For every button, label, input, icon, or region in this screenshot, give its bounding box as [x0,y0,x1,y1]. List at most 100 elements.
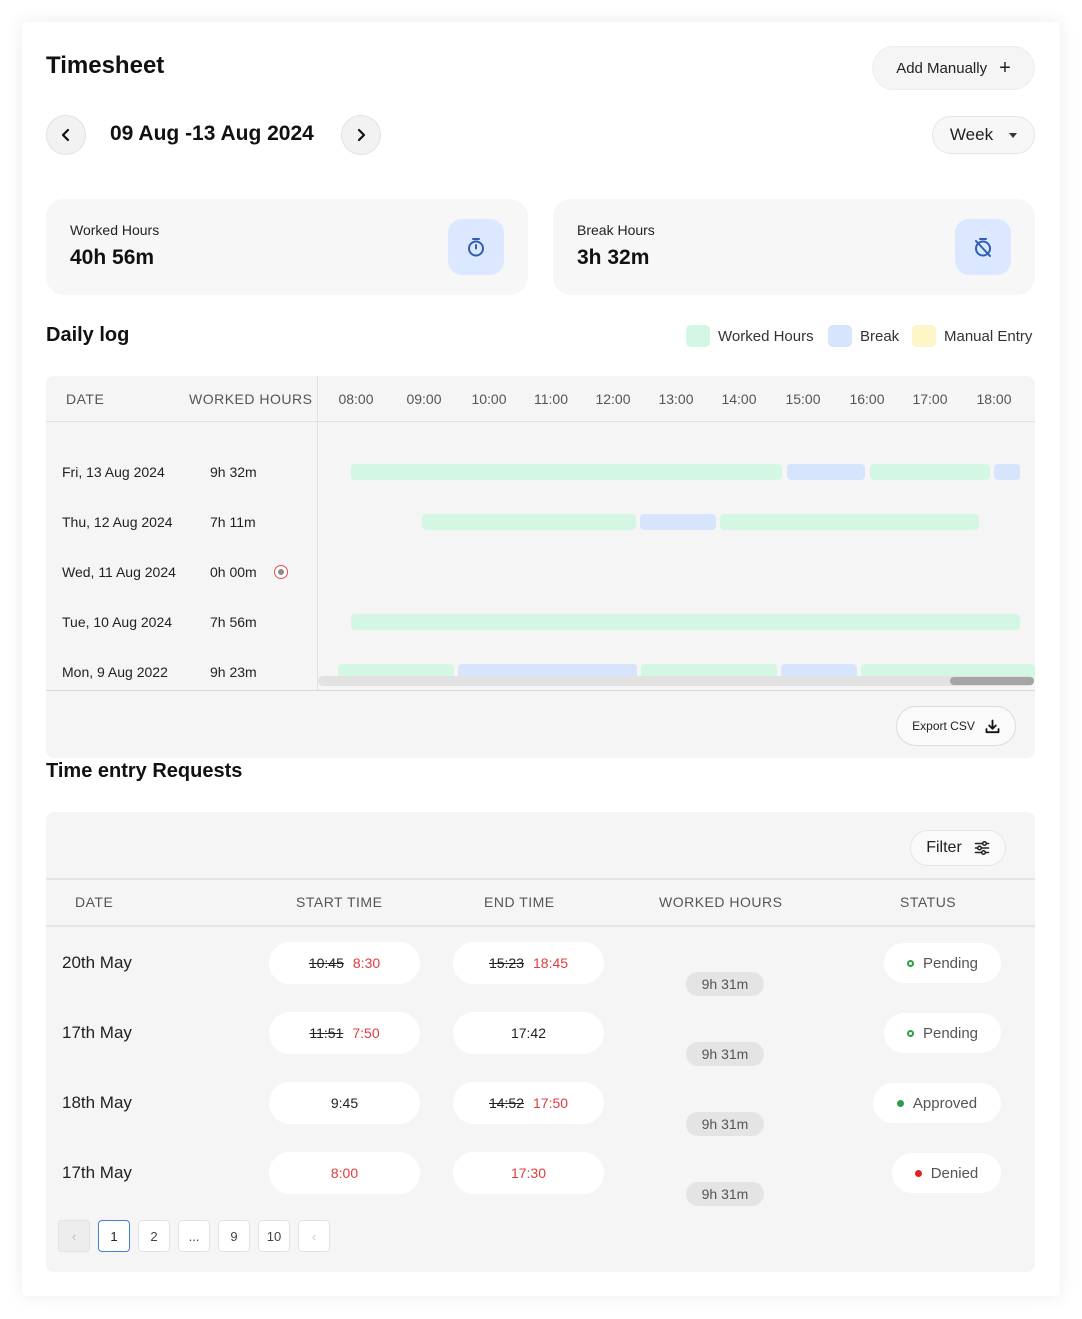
previous-period-button[interactable] [46,115,86,155]
status-label: Approved [912,1094,978,1112]
export-csv-button[interactable]: Export CSV [896,706,1016,746]
end-time-cell[interactable]: 15:23 18:45 [453,942,604,984]
pagination-next-button[interactable]: ‹ [298,1220,330,1252]
worked-bar[interactable] [422,514,636,530]
log-row-hours: 9h 23m [210,664,257,680]
time-label: 16:00 [849,391,885,407]
start-time-cell[interactable]: 8:00 [269,1152,420,1194]
chevron-right-icon [357,128,366,142]
daily-log-left-column [46,376,318,690]
column-header-status: STATUS [900,894,957,910]
time-label: 17:00 [912,391,948,407]
break-bar[interactable] [787,464,865,480]
worked-hours-value: 40h 56m [70,246,155,269]
divider [46,925,1035,927]
add-manually-label: Add Manually [896,59,988,77]
time-label: 13:00 [658,391,694,407]
download-icon [985,719,1000,733]
end-time-cell[interactable]: 14:52 17:50 [453,1082,604,1124]
new-start-time: 7:50 [352,1025,380,1041]
worked-hours-badge: 9h 31m [686,1042,764,1066]
period-select-value: Week [949,125,994,144]
break-hours-label: Break Hours [577,222,655,238]
timesheet-card: Timesheet Add Manually + 09 Aug -13 Aug … [22,22,1060,1296]
worked-hours-card: Worked Hours 40h 56m [46,199,528,295]
column-header-date: DATE [75,894,114,910]
scrollbar-thumb[interactable] [950,677,1034,685]
end-time: 17:42 [510,1025,547,1041]
approved-status-icon [896,1099,904,1107]
daily-log-title: Daily log [46,324,130,346]
warning-icon[interactable] [274,565,288,579]
divider [46,690,1035,691]
end-time-cell[interactable]: 17:30 [453,1152,604,1194]
time-label: 09:00 [406,391,442,407]
log-row-hours: 0h 00m [210,564,257,580]
column-header-end-time: END TIME [484,894,555,910]
new-end-time: 18:45 [533,955,569,971]
filter-button[interactable]: Filter [910,830,1006,866]
pending-status-icon [906,1029,914,1037]
status-label: Pending [922,954,979,972]
legend-manual-swatch [912,325,936,347]
legend-worked-swatch [686,325,710,347]
column-header-worked-hours: WORKED HOURS [189,391,313,407]
pagination-prev-button[interactable]: ‹ [58,1220,90,1252]
page-title: Timesheet [46,52,165,79]
start-time-cell[interactable]: 9:45 [269,1082,420,1124]
time-label: 15:00 [785,391,821,407]
legend-break: Break [828,325,899,347]
add-manually-button[interactable]: Add Manually + [872,46,1035,90]
old-end-time: 14:52 [488,1095,524,1111]
start-time-cell[interactable]: 10:45 8:30 [269,942,420,984]
time-label: 08:00 [338,391,374,407]
break-hours-card: Break Hours 3h 32m [553,199,1035,295]
period-select[interactable]: Week [932,116,1035,154]
time-label: 11:00 [534,391,568,407]
worked-hours-badge: 9h 31m [686,1112,764,1136]
next-period-button[interactable] [341,115,381,155]
end-time-cell[interactable]: 17:42 [453,1012,604,1054]
request-row-date: 17th May [62,1163,132,1182]
page-button[interactable]: 9 [218,1220,250,1252]
column-header-worked-hours: WORKED HOURS [659,894,783,910]
log-row-date: Mon, 9 Aug 2022 [62,664,168,680]
page-ellipsis: ... [178,1220,210,1252]
worked-bar[interactable] [870,464,990,480]
status-badge: Pending [884,1013,1001,1053]
legend-manual-label: Manual Entry [944,327,1033,345]
export-csv-label: Export CSV [912,719,975,733]
column-header-date: DATE [66,391,105,407]
old-start-time: 10:45 [308,955,344,971]
old-end-time: 15:23 [488,955,524,971]
divider [46,878,1035,880]
break-bar[interactable] [640,514,716,530]
time-label: 10:00 [471,391,507,407]
page-button[interactable]: 10 [258,1220,290,1252]
page-button[interactable]: 2 [138,1220,170,1252]
page-button[interactable]: 1 [98,1220,130,1252]
start-time: 8:00 [330,1165,359,1181]
new-start-time: 8:30 [352,955,381,971]
request-row-date: 20th May [62,953,132,972]
status-label: Pending [922,1024,979,1042]
worked-hours-badge: 9h 31m [686,972,764,996]
horizontal-scrollbar[interactable] [318,676,1034,686]
start-time: 9:45 [330,1095,359,1111]
legend-break-label: Break [860,327,900,345]
stopwatch-icon [448,219,504,275]
legend-break-swatch [828,325,852,347]
worked-bar[interactable] [351,614,1020,630]
worked-bar[interactable] [720,514,979,530]
worked-bar[interactable] [351,464,782,480]
denied-status-icon [914,1169,922,1177]
time-label: 18:00 [976,391,1012,407]
requests-title: Time entry Requests [46,760,243,782]
log-row-date: Wed, 11 Aug 2024 [62,564,176,580]
start-time-cell[interactable]: 11:51 7:50 [269,1012,420,1054]
status-badge: Denied [892,1153,1001,1193]
log-row-hours: 9h 32m [210,464,257,480]
log-row-hours: 7h 56m [210,614,257,630]
status-badge: Pending [884,943,1001,983]
break-bar[interactable] [994,464,1020,480]
